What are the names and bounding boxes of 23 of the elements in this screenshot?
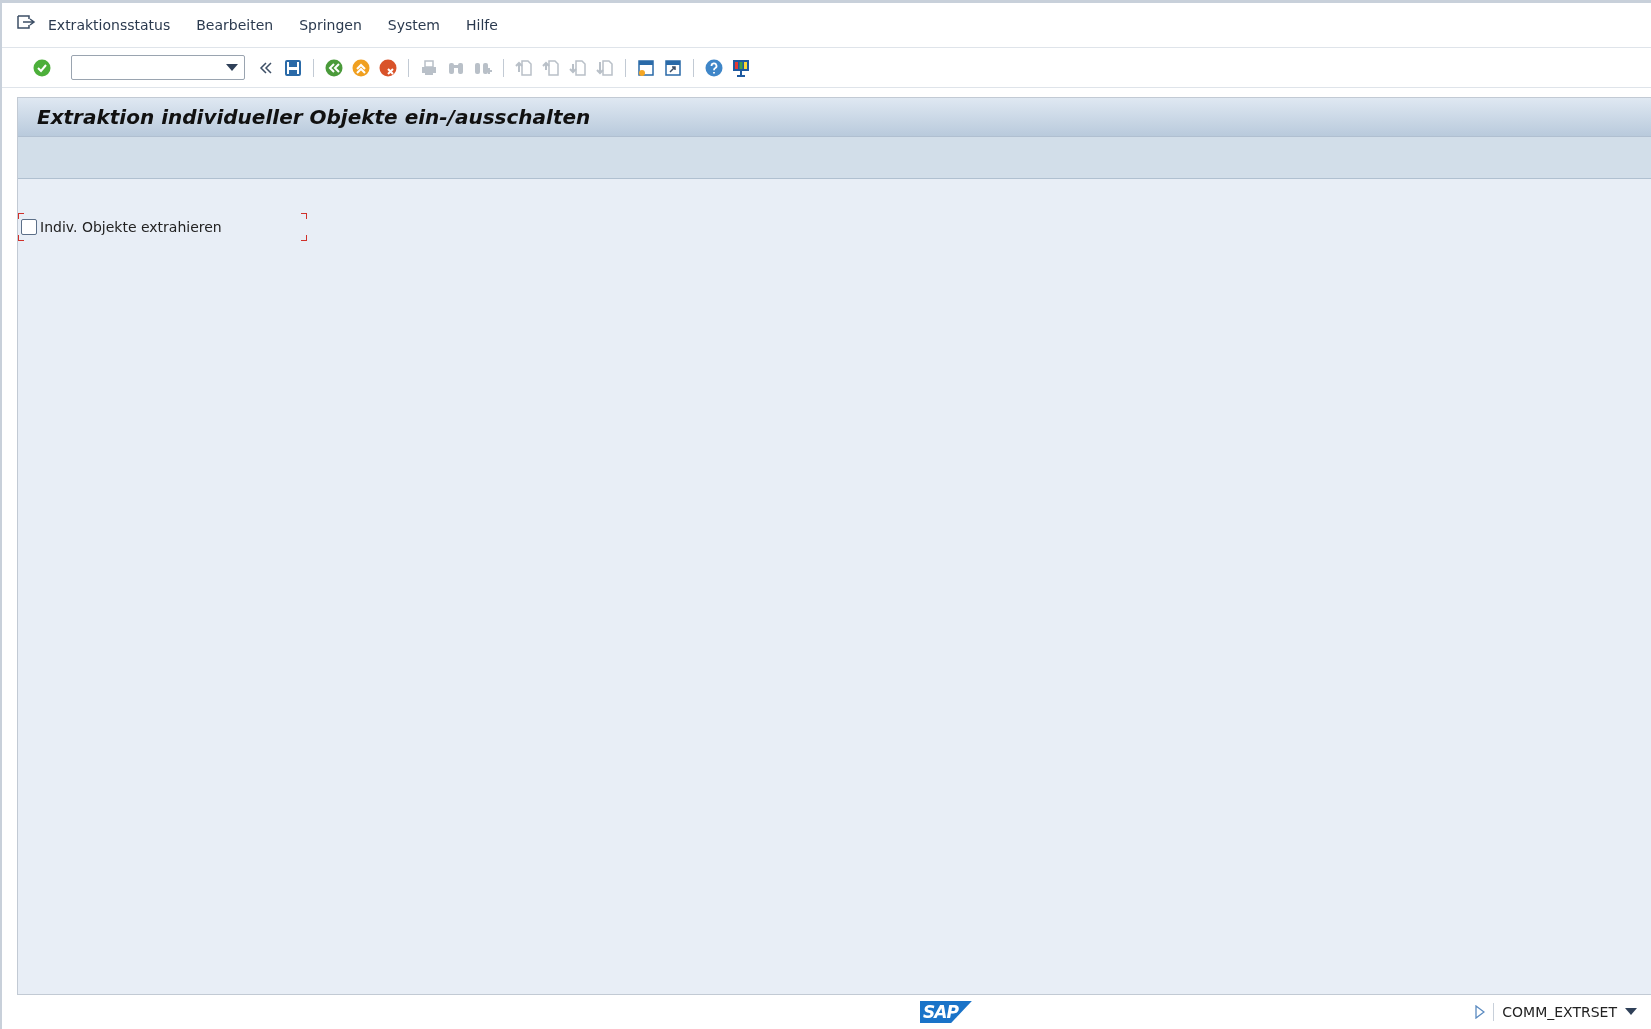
back-icon[interactable]: [324, 57, 344, 78]
menu-item[interactable]: System: [387, 17, 440, 33]
enter-icon[interactable]: [32, 57, 52, 78]
menu-item[interactable]: Extraktionsstatus: [48, 17, 171, 33]
menu-item[interactable]: Springen: [299, 17, 362, 33]
new-window-icon[interactable]: [636, 57, 656, 78]
play-icon[interactable]: [1475, 1005, 1486, 1019]
transaction-code[interactable]: COMM_EXTRSET: [1502, 1004, 1617, 1020]
monitor-icon[interactable]: [731, 57, 751, 78]
help-icon[interactable]: [704, 57, 724, 78]
command-field[interactable]: [71, 55, 245, 80]
caret-icon[interactable]: [1625, 1008, 1637, 1016]
checkbox[interactable]: [21, 219, 37, 235]
caret-icon[interactable]: [226, 63, 238, 72]
exit-icon[interactable]: [351, 57, 371, 78]
screen-title: Extraktion individueller Objekte ein-/ausschalten: [37, 105, 591, 129]
checkbox-label: Indiv. Objekte extrahieren: [40, 219, 222, 235]
save-icon[interactable]: [283, 57, 303, 78]
menu-item[interactable]: Bearbeiten: [196, 17, 274, 33]
logo: SAP: [920, 1001, 972, 1023]
menu-item[interactable]: Hilfe: [466, 17, 498, 33]
cancel-icon[interactable]: [378, 57, 398, 78]
shortcut-window-icon[interactable]: [663, 57, 683, 78]
